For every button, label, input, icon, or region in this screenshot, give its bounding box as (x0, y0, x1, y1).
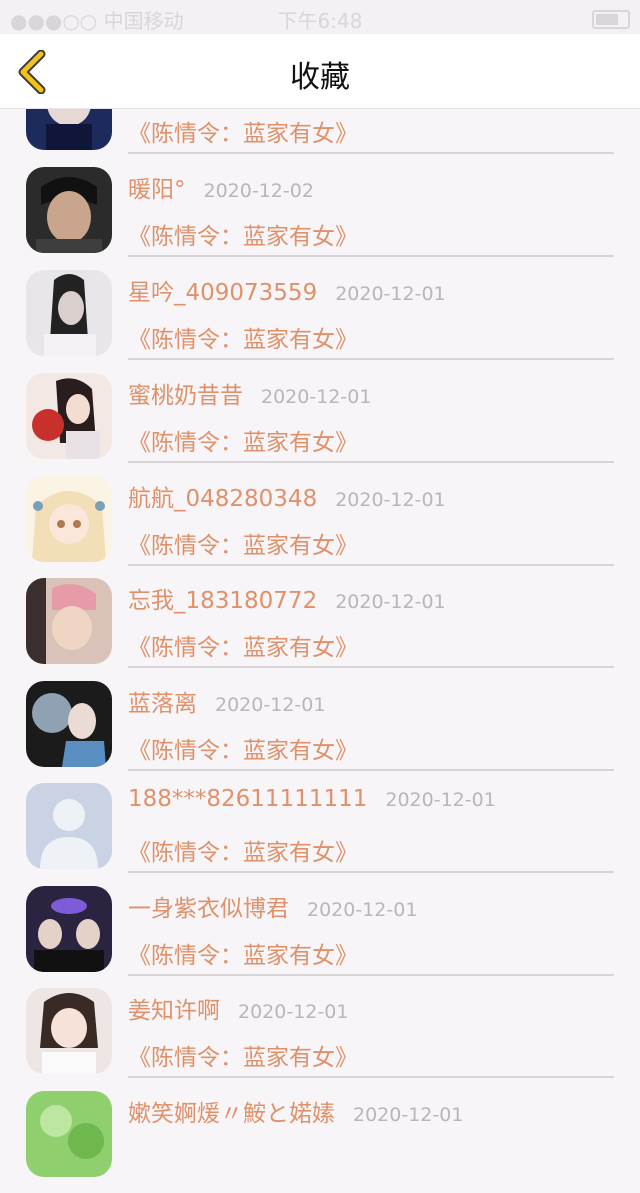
user-name: 蜜桃奶昔昔 (128, 383, 243, 409)
divider (128, 564, 614, 566)
favorite-date: 2020-12-01 (261, 386, 372, 408)
work-title: 《陈情令：蓝家有女》 (128, 1045, 358, 1071)
list-item[interactable]: 姜知许啊 2020-12-01 《陈情令：蓝家有女》 (0, 988, 640, 1090)
favorites-list: 《陈情令：蓝家有女》 暖阳° 2020-12-02 《陈情令：蓝家有女》 星吟_4… (0, 0, 640, 1177)
avatar (26, 988, 112, 1074)
work-title: 《陈情令：蓝家有女》 (128, 635, 358, 661)
avatar (26, 373, 112, 459)
avatar (26, 270, 112, 356)
work-title: 《陈情令：蓝家有女》 (128, 943, 358, 969)
work-title: 《陈情令：蓝家有女》 (128, 840, 358, 866)
work-title: 《陈情令：蓝家有女》 (128, 533, 358, 559)
avatar (26, 783, 112, 869)
list-item[interactable]: 忘我_183180772 2020-12-01 《陈情令：蓝家有女》 (0, 578, 640, 680)
favorite-date: 2020-12-01 (307, 899, 418, 921)
divider (128, 871, 614, 873)
user-name: 忘我_183180772 (128, 588, 318, 614)
divider (128, 769, 614, 771)
favorite-date: 2020-12-01 (335, 489, 446, 511)
favorite-date: 2020-12-01 (353, 1104, 464, 1126)
list-item[interactable]: 暖阳° 2020-12-02 《陈情令：蓝家有女》 (0, 167, 640, 269)
avatar (26, 476, 112, 562)
avatar (26, 578, 112, 664)
avatar (26, 681, 112, 767)
list-item[interactable]: 航航_048280348 2020-12-01 《陈情令：蓝家有女》 (0, 476, 640, 578)
page-title: 收藏 (290, 60, 350, 95)
nav-bar: 收藏 (0, 34, 640, 109)
status-bar: ●●●○○ 中国移动 下午6:48 (0, 0, 640, 34)
divider (128, 461, 614, 463)
divider (128, 152, 614, 154)
divider (128, 974, 614, 976)
divider (128, 1076, 614, 1078)
divider (128, 255, 614, 257)
avatar (26, 1091, 112, 1177)
favorite-date: 2020-12-02 (203, 180, 314, 202)
list-item[interactable]: 星吟_409073559 2020-12-01 《陈情令：蓝家有女》 (0, 270, 640, 372)
favorite-date: 2020-12-01 (335, 591, 446, 613)
user-name: 暖阳° (128, 177, 186, 203)
list-item[interactable]: 嫰笑婀煖〃鮟と婼嫊 2020-12-01 (0, 1091, 640, 1193)
list-item[interactable]: 蜜桃奶昔昔 2020-12-01 《陈情令：蓝家有女》 (0, 373, 640, 475)
favorite-date: 2020-12-01 (215, 694, 326, 716)
list-item[interactable]: 188***82611111111 2020-12-01 《陈情令：蓝家有女》 (0, 783, 640, 885)
user-name: 航航_048280348 (128, 486, 318, 512)
divider (128, 358, 614, 360)
work-title: 《陈情令：蓝家有女》 (128, 327, 358, 353)
user-name: 姜知许啊 (128, 998, 220, 1024)
work-title: 《陈情令：蓝家有女》 (128, 430, 358, 456)
work-title: 《陈情令：蓝家有女》 (128, 738, 358, 764)
favorite-date: 2020-12-01 (238, 1001, 349, 1023)
user-name: 嫰笑婀煖〃鮟と婼嫊 (128, 1101, 335, 1127)
battery-icon (592, 10, 630, 29)
avatar (26, 886, 112, 972)
user-name: 一身紫衣似博君 (128, 896, 289, 922)
user-name: 蓝落离 (128, 691, 197, 717)
status-time: 下午6:48 (277, 9, 363, 33)
user-name: 188***82611111111 (128, 786, 368, 812)
avatar (26, 167, 112, 253)
list-item[interactable]: 蓝落离 2020-12-01 《陈情令：蓝家有女》 (0, 681, 640, 783)
favorite-date: 2020-12-01 (385, 789, 496, 811)
favorite-date: 2020-12-01 (335, 283, 446, 305)
list-item[interactable]: 一身紫衣似博君 2020-12-01 《陈情令：蓝家有女》 (0, 886, 640, 988)
user-name: 星吟_409073559 (128, 280, 318, 306)
work-title: 《陈情令：蓝家有女》 (128, 224, 358, 250)
work-title: 《陈情令：蓝家有女》 (128, 121, 358, 147)
divider (128, 666, 614, 668)
